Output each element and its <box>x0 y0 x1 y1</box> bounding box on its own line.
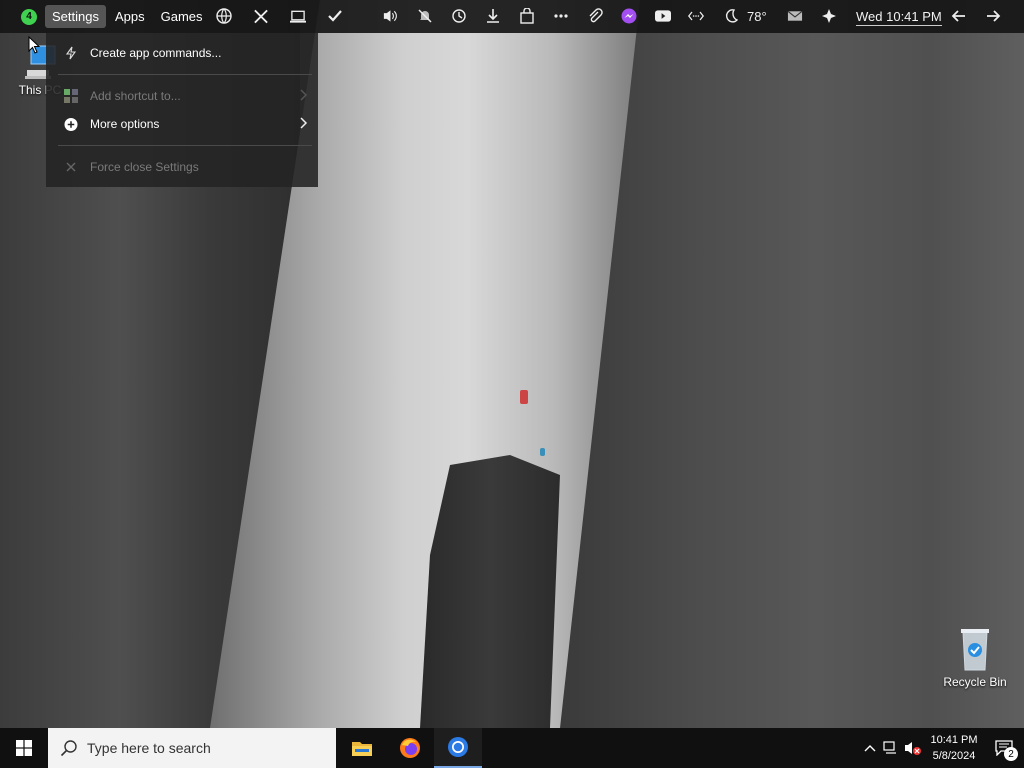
apps-icon <box>64 89 78 103</box>
recycle-bin-label: Recycle Bin <box>943 675 1007 689</box>
more-icon[interactable] <box>553 8 569 24</box>
system-tray: 10:41 PM 5/8/2024 2 <box>860 728 1024 768</box>
taskbar-search-box[interactable]: Type here to search <box>48 728 336 768</box>
menu-settings[interactable]: Settings <box>45 5 106 28</box>
create-app-commands-item[interactable]: Create app commands... <box>46 41 318 65</box>
search-icon <box>60 740 77 757</box>
globe-icon[interactable] <box>216 8 232 24</box>
forward-arrow-icon[interactable] <box>985 8 1001 24</box>
weather-temperature[interactable]: 78° <box>747 9 767 24</box>
force-close-settings-item: Force close Settings <box>46 155 318 179</box>
moon-icon[interactable] <box>723 8 739 24</box>
start-button[interactable] <box>0 728 48 768</box>
menu-divider <box>58 74 312 75</box>
menu-apps[interactable]: Apps <box>108 5 152 28</box>
plus-circle-icon <box>64 117 78 131</box>
top-menu-bar: 4 Settings Apps Games 78° Wed 10:41 PM <box>0 0 1024 33</box>
action-center-button[interactable]: 2 <box>984 728 1024 768</box>
notification-badge[interactable]: 4 <box>21 8 37 25</box>
volume-muted-icon <box>905 742 921 755</box>
file-explorer-icon <box>352 742 372 756</box>
close-icon <box>64 160 78 174</box>
search-placeholder: Type here to search <box>87 740 211 756</box>
taskbar-date: 5/8/2024 <box>932 750 976 762</box>
topbar-datetime[interactable]: Wed 10:41 PM <box>856 9 942 26</box>
firefox-taskbar-button[interactable] <box>386 728 434 768</box>
show-hidden-icons-button[interactable] <box>860 744 880 752</box>
taskbar-clock[interactable]: 10:41 PM 5/8/2024 <box>924 732 984 764</box>
taskbar: Type here to search 10:41 PM 5/8/2024 2 <box>0 728 1024 768</box>
mouse-cursor-icon <box>28 36 40 54</box>
check-icon[interactable] <box>327 8 343 24</box>
more-options-item[interactable]: More options <box>46 112 318 136</box>
wallpaper-rock-right <box>560 0 1024 728</box>
bag-icon[interactable] <box>519 8 535 24</box>
chevron-up-icon <box>864 745 876 752</box>
wallpaper-climber <box>520 390 528 404</box>
chrome-icon <box>448 737 468 757</box>
firefox-icon <box>400 738 420 758</box>
taskbar-time: 10:41 PM <box>930 734 978 746</box>
bolt-icon <box>64 46 78 60</box>
paperclip-icon[interactable] <box>587 8 603 24</box>
menu-games[interactable]: Games <box>154 5 210 28</box>
menu-item-label: More options <box>90 117 160 131</box>
file-explorer-taskbar-button[interactable] <box>338 728 386 768</box>
chrome-taskbar-button[interactable] <box>434 728 482 768</box>
chevron-right-icon <box>300 88 308 104</box>
recycle-bin-icon <box>961 629 989 671</box>
notification-count-badge: 2 <box>1004 747 1018 761</box>
windows-icon <box>16 740 32 756</box>
volume-icon[interactable] <box>382 8 398 24</box>
menu-divider <box>58 145 312 146</box>
youtube-icon[interactable] <box>655 8 671 24</box>
add-shortcut-item: Add shortcut to... <box>46 84 318 108</box>
history-icon[interactable] <box>451 8 467 24</box>
top-menu: Settings Apps Games <box>45 5 212 28</box>
laptop-icon[interactable] <box>290 8 306 24</box>
network-tray-button[interactable] <box>880 741 902 755</box>
network-icon <box>883 741 896 754</box>
mail-icon[interactable] <box>787 8 803 24</box>
download-icon[interactable] <box>485 8 501 24</box>
menu-item-label: Create app commands... <box>90 46 222 60</box>
sparkle-icon[interactable] <box>821 8 837 24</box>
recycle-bin-desktop-icon[interactable]: Recycle Bin <box>942 626 1008 689</box>
settings-dropdown-menu: Create app commands... Add shortcut to..… <box>46 33 318 187</box>
menu-item-label: Force close Settings <box>90 160 199 174</box>
messenger-icon[interactable] <box>621 8 637 24</box>
wallpaper-climber <box>540 448 545 456</box>
back-arrow-icon[interactable] <box>951 8 967 24</box>
mute-bell-icon[interactable] <box>417 8 433 24</box>
volume-tray-button[interactable] <box>902 741 924 755</box>
chevron-right-icon <box>300 116 308 132</box>
menu-item-label: Add shortcut to... <box>90 89 181 103</box>
code-icon[interactable] <box>688 8 704 24</box>
tools-icon[interactable] <box>253 8 269 24</box>
